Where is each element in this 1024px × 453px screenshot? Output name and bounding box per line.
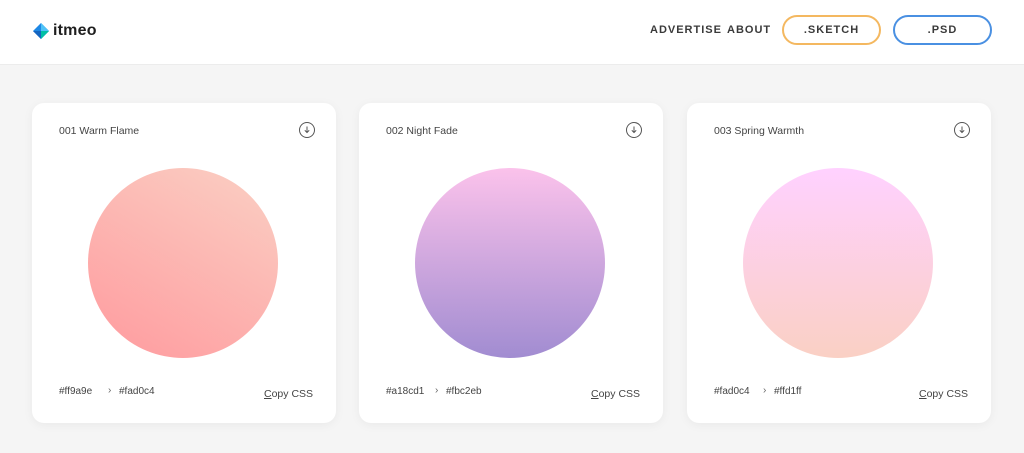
logo-text: itmeo: [53, 22, 97, 39]
copy-css-button[interactable]: Copy CSS: [919, 388, 968, 400]
nav-about-link[interactable]: ABOUT: [727, 24, 771, 36]
gradient-arrow: ›: [108, 385, 112, 396]
gradient-card: 002 Night Fade #a18cd1 › #fbc2eb Copy CS…: [359, 103, 663, 423]
gradient-end-color: #ffd1ff: [774, 386, 802, 397]
gradient-end-color: #fbc2eb: [446, 386, 482, 397]
header: itmeo ADVERTISE ABOUT .SKETCH .PSD: [0, 0, 1024, 65]
copy-css-button[interactable]: Copy CSS: [264, 388, 313, 400]
gradient-preview-circle: [743, 168, 933, 358]
copy-css-label-first: C: [264, 388, 272, 400]
download-icon[interactable]: [626, 122, 642, 138]
copy-css-label-first: C: [591, 388, 599, 400]
logo-diamond-icon: [33, 23, 49, 39]
copy-css-label-rest: opy CSS: [271, 388, 314, 400]
gradient-card: 001 Warm Flame #ff9a9e › #fad0c4 Copy CS…: [32, 103, 336, 423]
gradient-title: 001 Warm Flame: [59, 125, 140, 137]
gradient-title: 003 Spring Warmth: [714, 125, 805, 137]
gradient-card: 003 Spring Warmth #fad0c4 › #ffd1ff Copy…: [687, 103, 991, 423]
copy-css-label-rest: opy CSS: [926, 388, 969, 400]
gradient-preview-circle: [88, 168, 278, 358]
gradient-arrow: ›: [435, 385, 439, 396]
gradient-arrow: ›: [763, 385, 767, 396]
copy-css-button[interactable]: Copy CSS: [591, 388, 640, 400]
gradient-preview-circle: [415, 168, 605, 358]
download-icon[interactable]: [299, 122, 315, 138]
logo[interactable]: itmeo: [33, 22, 97, 40]
copy-css-label-rest: opy CSS: [598, 388, 641, 400]
download-icon[interactable]: [954, 122, 970, 138]
copy-css-label-first: C: [919, 388, 927, 400]
gradient-start-color: #ff9a9e: [59, 386, 93, 397]
psd-download-button[interactable]: .PSD: [893, 15, 992, 45]
nav-advertise-link[interactable]: ADVERTISE: [650, 24, 722, 36]
gradient-start-color: #a18cd1: [386, 386, 425, 397]
gradient-start-color: #fad0c4: [714, 386, 750, 397]
sketch-download-button[interactable]: .SKETCH: [782, 15, 881, 45]
gradient-title: 002 Night Fade: [386, 125, 458, 137]
gradient-end-color: #fad0c4: [119, 386, 155, 397]
